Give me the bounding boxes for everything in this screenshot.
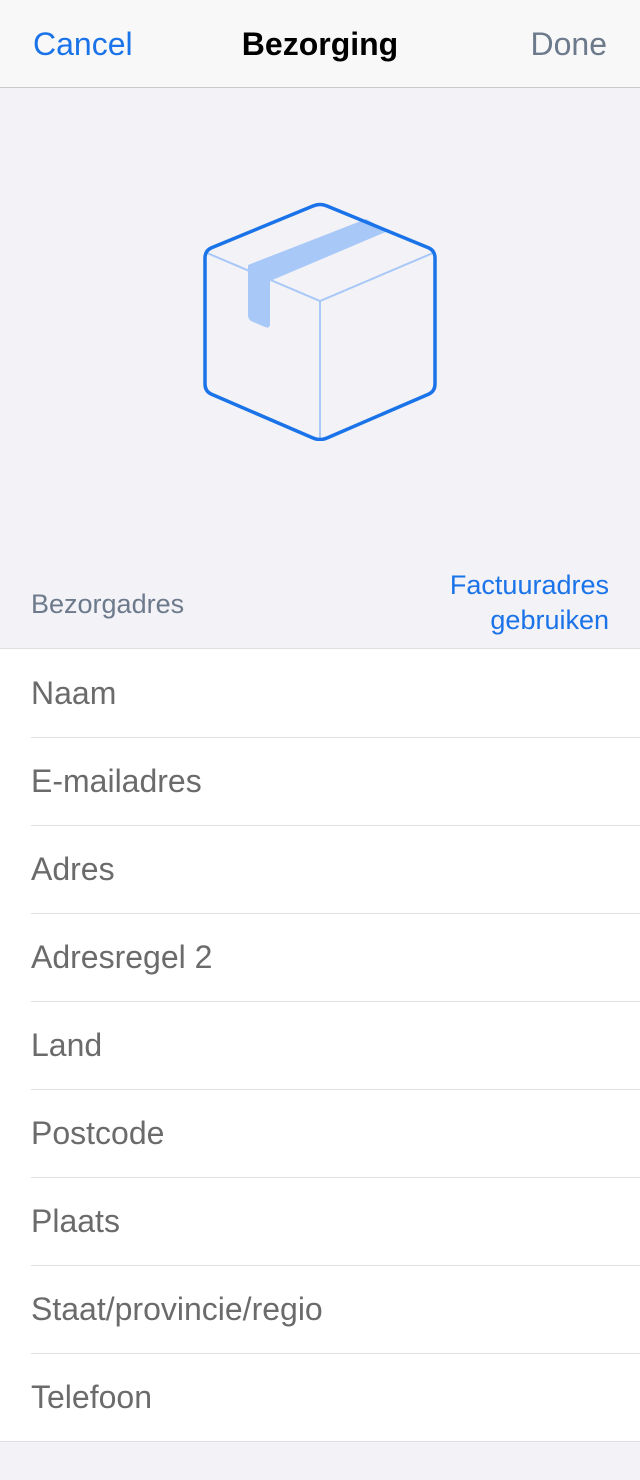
name-field[interactable] [31,649,611,737]
form-row-state [0,1265,640,1353]
address-field[interactable] [31,825,611,913]
form-row-city [0,1177,640,1265]
phone-field[interactable] [31,1353,611,1441]
country-field[interactable] [31,1001,611,1089]
address-line-2-field[interactable] [31,913,611,1001]
section-header: Bezorgadres Factuuradres gebruiken [0,560,640,648]
form-row-postcode [0,1089,640,1177]
form-row-country [0,1001,640,1089]
done-button[interactable]: Done [531,24,608,64]
form-row-address-line-2 [0,913,640,1001]
cancel-button[interactable]: Cancel [33,24,133,64]
use-billing-address-button[interactable]: Factuuradres gebruiken [349,568,609,638]
form-row-name [0,649,640,737]
hero-illustration [0,89,640,559]
package-box-icon [203,202,437,441]
email-field[interactable] [31,737,611,825]
form-row-phone [0,1353,640,1441]
form-row-address [0,825,640,913]
state-province-region-field[interactable] [31,1265,611,1353]
checkout-delivery-screen: Cancel Bezorging Done Bezorgadres Factuu… [0,0,640,1480]
navigation-bar: Cancel Bezorging Done [0,0,640,88]
section-title: Bezorgadres [31,589,185,619]
form-row-email [0,737,640,825]
city-field[interactable] [31,1177,611,1265]
address-form [0,648,640,1442]
postcode-field[interactable] [31,1089,611,1177]
